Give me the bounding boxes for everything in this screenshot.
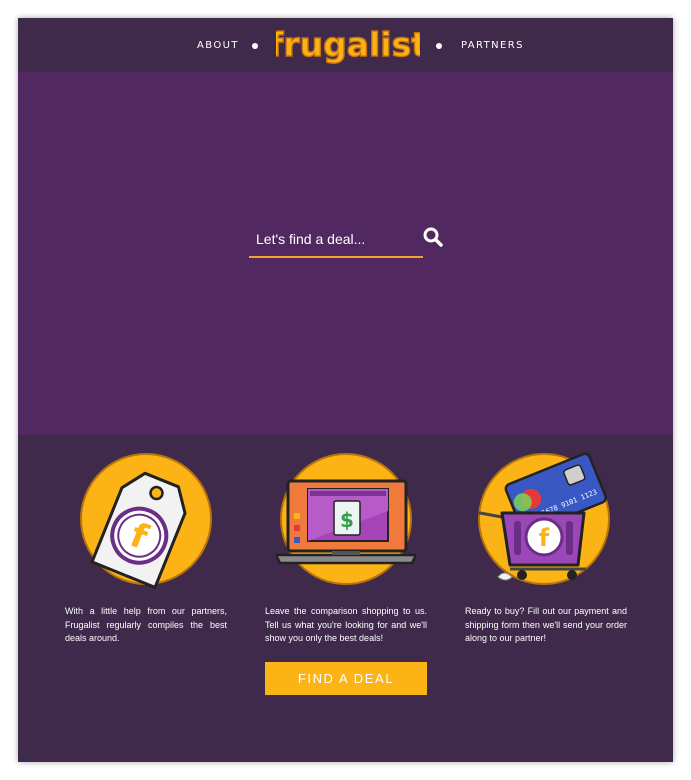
feature-description: Ready to buy? Fill out our payment and s… (465, 606, 627, 643)
search-input[interactable] (249, 224, 421, 254)
nav-separator-dot (252, 43, 258, 49)
nav-about-link[interactable]: ABOUT (197, 40, 239, 51)
price-tag-icon: f (80, 453, 212, 589)
shopping-cart-icon: 5678 9101 1123 f (478, 452, 610, 585)
frugalist-logo[interactable]: frugalist (276, 23, 420, 67)
logo-text: frugalist (276, 25, 420, 64)
top-navigation: ABOUT frugalist PARTNERS (18, 18, 673, 72)
features-section: f $ 5678 9101 1123 f With a little help … (18, 435, 673, 762)
page-frame: ABOUT frugalist PARTNERS f (18, 18, 673, 762)
feature-description: With a little help from our partners, Fr… (65, 606, 227, 643)
hero-section (18, 72, 673, 435)
nav-separator-dot (436, 43, 442, 49)
search-field (249, 224, 423, 258)
nav-partners-link[interactable]: PARTNERS (461, 40, 524, 51)
svg-text:$: $ (340, 508, 354, 532)
feature-description: Leave the comparison shopping to us. Tel… (265, 606, 427, 643)
laptop-icon: $ (276, 453, 416, 585)
svg-text:f: f (539, 524, 550, 552)
search-icon[interactable] (422, 226, 444, 248)
find-a-deal-button[interactable]: FIND A DEAL (265, 662, 427, 695)
